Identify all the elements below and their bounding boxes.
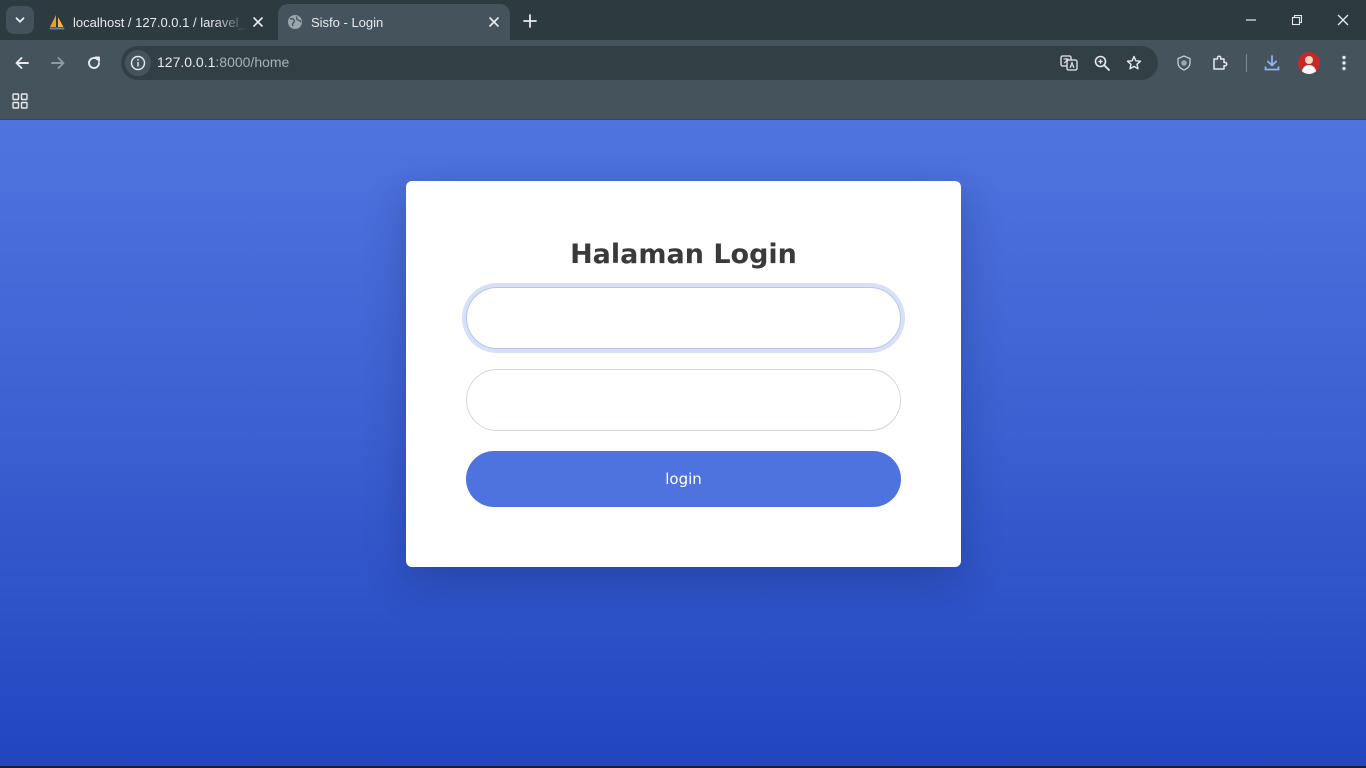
minimize-icon: [1246, 19, 1256, 21]
toolbar-separator: [1246, 54, 1247, 72]
translate-button[interactable]: [1059, 53, 1079, 73]
url-host: 127.0.0.1: [157, 54, 216, 70]
puzzle-icon: [1213, 55, 1228, 70]
close-window-button[interactable]: [1323, 6, 1363, 34]
tab-title: localhost / 127.0.0.1 / laravel_sisfo: [73, 14, 248, 30]
url-path: :8000/home: [215, 54, 290, 70]
new-tab-button[interactable]: [518, 9, 542, 33]
restore-icon: [1291, 14, 1303, 26]
avatar-body: [1302, 65, 1316, 74]
apps-grid-icon: [12, 93, 28, 109]
tab-title: Sisfo - Login: [311, 14, 384, 30]
site-info-button[interactable]: [125, 50, 151, 76]
arrow-left-icon: [15, 57, 29, 69]
downloads-button[interactable]: [1261, 52, 1283, 74]
tab-sisfo-login[interactable]: Sisfo - Login: [278, 4, 510, 40]
translate-icon: [1060, 55, 1078, 71]
browser-tab-strip: localhost / 127.0.0.1 / laravel_sisfo Si…: [0, 0, 1366, 40]
arrow-right-icon: [51, 57, 65, 69]
browser-menu-button[interactable]: [1333, 52, 1355, 74]
info-icon: [130, 55, 146, 71]
phpmyadmin-sail-icon: [49, 14, 65, 30]
tab-phpmyadmin[interactable]: localhost / 127.0.0.1 / laravel_sisfo: [40, 4, 274, 40]
download-icon: [1264, 55, 1280, 71]
apps-button[interactable]: [11, 92, 29, 110]
chevron-down-icon: [15, 17, 25, 23]
profile-avatar[interactable]: [1298, 52, 1320, 74]
restore-button[interactable]: [1277, 6, 1317, 34]
back-button[interactable]: [8, 49, 36, 77]
more-vertical-icon: [1342, 55, 1346, 71]
page-viewport: Halaman Login login: [0, 120, 1366, 766]
page-title: Halaman Login: [570, 239, 797, 270]
browser-toolbar: 127.0.0.1:8000/home: [0, 40, 1366, 86]
star-icon: [1126, 55, 1142, 70]
globe-icon: [287, 14, 303, 30]
zoom-in-icon: [1094, 55, 1110, 71]
close-icon[interactable]: [248, 12, 268, 32]
shield-icon: [1177, 55, 1191, 71]
plus-icon: [523, 14, 537, 28]
reload-button[interactable]: [80, 49, 108, 77]
reload-icon: [88, 56, 100, 69]
url-text[interactable]: 127.0.0.1:8000/home: [157, 54, 289, 70]
password-field[interactable]: [466, 369, 901, 431]
zoom-button[interactable]: [1092, 53, 1112, 73]
minimize-button[interactable]: [1231, 6, 1271, 34]
avatar-face: [1305, 56, 1313, 64]
tab-search-button[interactable]: [6, 6, 34, 34]
bookmarks-bar: [0, 86, 1366, 120]
close-icon[interactable]: [484, 12, 504, 32]
shield-extension-button[interactable]: [1173, 52, 1195, 74]
login-button[interactable]: login: [466, 451, 901, 507]
bookmark-star-button[interactable]: [1124, 53, 1144, 73]
extensions-button[interactable]: [1209, 52, 1231, 74]
forward-button[interactable]: [44, 49, 72, 77]
login-card: Halaman Login login: [406, 181, 961, 567]
email-field[interactable]: [466, 287, 901, 349]
address-bar[interactable]: 127.0.0.1:8000/home: [121, 46, 1158, 80]
close-icon: [1337, 14, 1349, 26]
